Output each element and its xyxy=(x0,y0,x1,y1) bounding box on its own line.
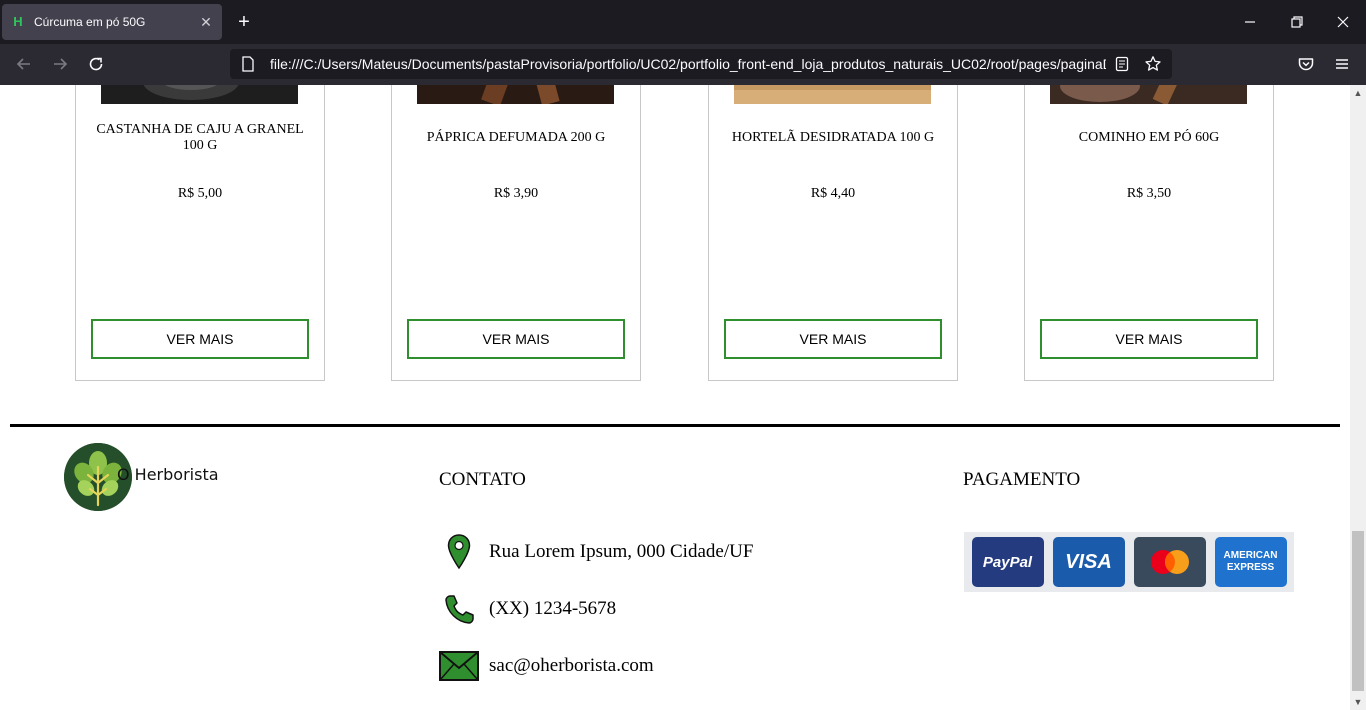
payment-heading: PAGAMENTO xyxy=(963,469,1081,490)
product-card: PÁPRICA DEFUMADA 200 G R$ 3,90 VER MAIS xyxy=(391,85,641,381)
product-photo xyxy=(734,85,931,104)
app-menu-icon[interactable] xyxy=(1332,54,1352,74)
product-card: HORTELÃ DESIDRATADA 100 G R$ 4,40 VER MA… xyxy=(708,85,958,381)
reader-view-icon[interactable] xyxy=(1114,56,1130,72)
contact-heading: CONTATO xyxy=(439,469,526,490)
paypal-icon: PayPal xyxy=(971,537,1044,587)
address-bar[interactable]: file:///C:/Users/Mateus/Documents/pastaP… xyxy=(230,49,1172,79)
back-arrow-icon[interactable] xyxy=(14,54,34,74)
browser-tab-active[interactable]: H Cúrcuma em pó 50G ✕ xyxy=(2,4,222,40)
site-favicon-icon: H xyxy=(13,14,23,29)
page-file-icon xyxy=(242,56,254,72)
product-photo xyxy=(1050,85,1247,104)
close-window-icon[interactable] xyxy=(1333,12,1353,32)
payment-methods-panel: PayPal VISA AMERICAN EXPRESS xyxy=(964,532,1294,592)
scroll-up-arrow-icon[interactable]: ▲ xyxy=(1350,85,1366,101)
paypal-label: PayPal xyxy=(982,553,1033,571)
amex-icon: AMERICAN EXPRESS xyxy=(1214,537,1287,587)
ver-mais-button[interactable]: VER MAIS xyxy=(1040,319,1258,359)
brand-name: O Herborista xyxy=(117,465,219,484)
forward-arrow-icon[interactable] xyxy=(50,54,70,74)
product-name: HORTELÃ DESIDRATADA 100 G xyxy=(731,130,935,145)
reload-icon[interactable] xyxy=(86,54,106,74)
product-photo xyxy=(101,85,298,104)
address-text: Rua Lorem Ipsum, 000 Cidade/UF xyxy=(489,541,754,562)
minimize-window-icon[interactable] xyxy=(1240,12,1260,32)
envelope-icon xyxy=(439,646,479,686)
tab-title: Cúrcuma em pó 50G xyxy=(34,15,146,29)
browser-tab-strip: H Cúrcuma em pó 50G ✕ + xyxy=(0,0,1366,44)
product-name: COMINHO EM PÓ 60G xyxy=(1078,130,1220,145)
page-viewport: CASTANHA DE CAJU A GRANEL 100 G R$ 5,00 … xyxy=(0,85,1350,710)
product-price: R$ 4,40 xyxy=(810,186,856,201)
phone-text: (XX) 1234-5678 xyxy=(489,598,617,619)
product-price: R$ 5,00 xyxy=(177,186,223,201)
amex-label: AMERICAN EXPRESS xyxy=(1223,550,1278,573)
ver-mais-button[interactable]: VER MAIS xyxy=(724,319,942,359)
pocket-icon[interactable] xyxy=(1296,54,1316,74)
product-photo xyxy=(417,85,614,104)
email-text[interactable]: sac@oherborista.com xyxy=(489,655,654,677)
scrollbar-thumb[interactable] xyxy=(1352,531,1364,691)
mastercard-icon xyxy=(1133,537,1206,587)
close-tab-icon[interactable]: ✕ xyxy=(198,14,214,30)
product-card: CASTANHA DE CAJU A GRANEL 100 G R$ 5,00 … xyxy=(75,85,325,381)
email-row[interactable]: sac@oherborista.com xyxy=(439,646,654,686)
ver-mais-button[interactable]: VER MAIS xyxy=(91,319,309,359)
site-logo[interactable]: O Herborista xyxy=(64,443,219,513)
browser-nav-bar: file:///C:/Users/Mateus/Documents/pastaP… xyxy=(0,44,1366,85)
address-row: Rua Lorem Ipsum, 000 Cidade/UF xyxy=(439,532,753,572)
new-tab-button[interactable]: + xyxy=(234,12,254,32)
product-price: R$ 3,90 xyxy=(493,186,539,201)
scroll-down-arrow-icon[interactable]: ▼ xyxy=(1350,694,1366,710)
ver-mais-button[interactable]: VER MAIS xyxy=(407,319,625,359)
phone-row: (XX) 1234-5678 xyxy=(439,589,616,629)
product-card: COMINHO EM PÓ 60G R$ 3,50 VER MAIS xyxy=(1024,85,1274,381)
visa-icon: VISA xyxy=(1052,537,1125,587)
bookmark-star-icon[interactable] xyxy=(1144,55,1162,73)
url-text: file:///C:/Users/Mateus/Documents/pastaP… xyxy=(270,56,1106,72)
visa-label: VISA xyxy=(1065,550,1112,573)
map-pin-icon xyxy=(439,532,479,572)
product-price: R$ 3,50 xyxy=(1126,186,1172,201)
product-name: PÁPRICA DEFUMADA 200 G xyxy=(426,130,606,145)
footer-divider xyxy=(10,424,1340,427)
phone-icon xyxy=(439,589,479,629)
page-scrollbar[interactable]: ▲ ▼ xyxy=(1350,85,1366,710)
restore-window-icon[interactable] xyxy=(1287,12,1307,32)
product-name: CASTANHA DE CAJU A GRANEL 100 G xyxy=(96,122,304,153)
